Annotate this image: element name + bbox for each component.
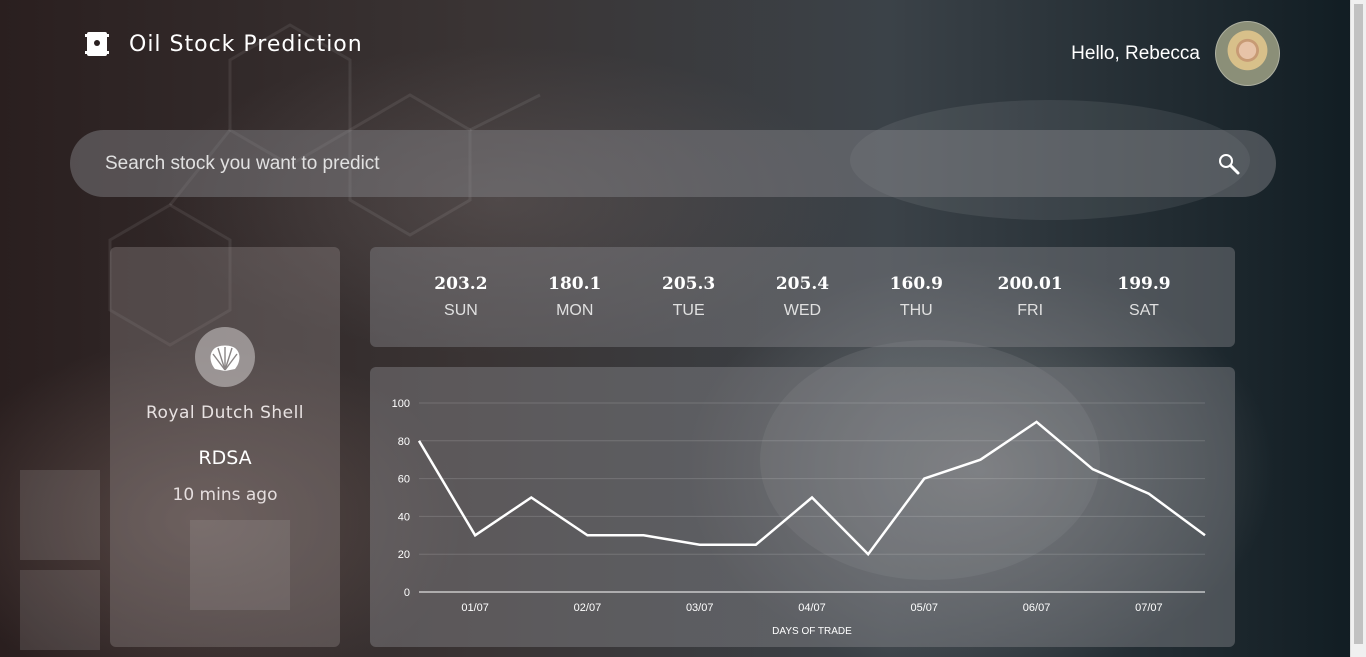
forecast-value: 205.4 [775,274,830,294]
y-tick-label: 80 [398,436,410,448]
forecast-day[interactable]: 160.9 THU [871,274,961,320]
forecast-day[interactable]: 205.3 TUE [644,274,734,320]
x-tick-label: 03/07 [686,602,714,614]
forecast-value: 180.1 [548,274,602,294]
forecast-day-name: THU [899,302,933,319]
search-icon[interactable] [1217,152,1241,176]
forecast-day-name: MON [556,302,594,319]
forecast-day[interactable]: 203.2 SUN [416,274,506,320]
y-tick-label: 40 [398,511,410,523]
oil-barrel-logo-icon [85,32,109,56]
y-tick-label: 100 [392,398,410,410]
x-tick-label: 05/07 [911,602,939,614]
forecast-day-name: SAT [1129,302,1159,319]
forecast-value: 205.3 [661,274,716,294]
forecast-value: 203.2 [434,274,488,294]
x-tick-label: 01/07 [461,602,489,614]
price-chart: 0 20 40 60 80 100 01/07 02/07 03/07 04/07 05/07 06/… [370,367,1235,647]
line-chart: 0 20 40 60 80 100 01/07 02/07 03/07 04/07 05/07 06/… [392,398,1206,637]
scrollbar-thumb[interactable] [1354,4,1363,644]
brand[interactable]: Oil Stock Prediction [85,30,363,58]
app-title: Oil Stock Prediction [129,31,363,57]
series-line [417,420,1206,557]
x-tick-label: 06/07 [1023,602,1051,614]
forecast-day[interactable]: 199.9 SAT [1099,274,1189,320]
forecast-day-name: WED [783,302,822,319]
search-input[interactable] [105,152,1217,175]
forecast-day[interactable]: 200.01 FRI [985,274,1075,320]
last-updated: 10 mins ago [172,485,278,505]
y-tick-label: 20 [398,549,410,561]
forecast-days: 203.2 SUN 180.1 MON 205.3 TUE 205.4 WED … [370,247,1235,347]
forecast-day-name: FRI [1017,302,1044,319]
user-greeting: Hello, Rebecca [1071,42,1200,64]
x-tick-label: 04/07 [798,602,826,614]
company-logo [195,327,255,387]
x-tick-label: 07/07 [1135,602,1163,614]
page: Oil Stock Prediction Hello, Rebecca Sear… [0,0,1350,657]
forecast-value: 199.9 [1117,274,1171,294]
avatar[interactable] [1215,21,1280,86]
company-card[interactable]: Royal Dutch Shell RDSA 10 mins ago [110,247,340,647]
user-profile[interactable]: Hello, Rebecca [1071,21,1280,86]
forecast-day-name: SUN [444,302,478,319]
x-axis-label: DAYS OF TRADE [772,626,852,637]
forecast-day-name: TUE [672,302,705,319]
x-tick-label: 02/07 [574,602,602,614]
shell-icon [210,345,240,371]
forecast-value: 200.01 [997,274,1063,294]
forecast-value: 160.9 [889,274,943,294]
ticker-symbol: RDSA [198,447,252,469]
company-name: Royal Dutch Shell [145,403,305,423]
forecast-day[interactable]: 205.4 WED [757,274,847,320]
forecast-day[interactable]: 180.1 MON [530,274,620,320]
y-tick-label: 60 [398,474,410,486]
scrollbar[interactable] [1350,0,1366,657]
y-tick-label: 0 [404,587,410,599]
search-bar [70,130,1276,197]
